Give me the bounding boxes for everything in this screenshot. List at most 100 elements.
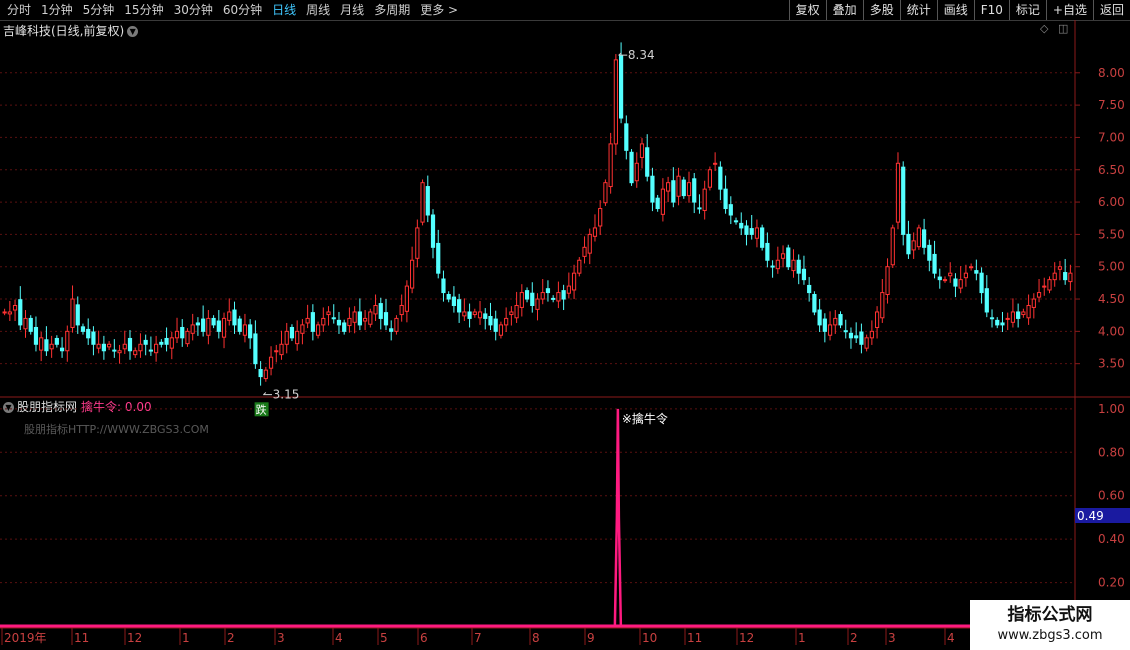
candle-body-85 (446, 294, 451, 300)
candle-body-60 (315, 324, 321, 336)
candle-body-90 (472, 311, 477, 316)
candle-body-138 (723, 188, 728, 210)
low-label: ↼3.15 (263, 387, 300, 401)
candle-body-120 (629, 151, 634, 184)
candle-body-70 (368, 311, 373, 325)
candle-body-99 (519, 292, 524, 308)
x-tick-label-1: 11 (74, 631, 89, 645)
candle-body-94 (493, 318, 498, 332)
candle-body-204 (1068, 272, 1073, 283)
candle-body-83 (436, 242, 441, 274)
candle-body-129 (676, 175, 681, 197)
candle-body-42 (221, 317, 227, 338)
candle-body-2 (12, 305, 18, 311)
candle-body-101 (530, 292, 535, 307)
candle-body-166 (869, 330, 874, 339)
y-tick-label-5: 5.50 (1098, 227, 1125, 241)
candle-body-39 (206, 317, 211, 336)
candle-body-194 (1016, 311, 1021, 319)
candle-body-103 (540, 292, 545, 300)
candle-body-32 (169, 337, 174, 349)
candle-body-81 (425, 186, 430, 216)
candle-body-190 (995, 319, 1000, 326)
candle-body-183 (958, 279, 963, 289)
candle-body-54 (284, 330, 289, 345)
candle-body-178 (932, 253, 937, 274)
candle-body-151 (791, 259, 796, 272)
x-tick-label-15: 1 (798, 631, 806, 645)
candle-body-84 (441, 278, 446, 294)
y-tick-label-2: 7.00 (1098, 130, 1125, 144)
candle-body-87 (457, 299, 462, 313)
candle-body-155 (812, 294, 817, 313)
candle-body-153 (801, 268, 807, 281)
candle-body-16 (86, 328, 91, 339)
candle-body-176 (922, 229, 927, 248)
candle-body-195 (1021, 311, 1026, 316)
candle-body-192 (1005, 317, 1010, 320)
candle-body-181 (948, 272, 953, 277)
candle-body-191 (1000, 322, 1005, 326)
candle-body-23 (122, 343, 127, 350)
candle-body-119 (624, 123, 629, 151)
candle-body-164 (859, 331, 864, 345)
candle-body-96 (504, 317, 509, 326)
x-tick-label-13: 11 (687, 631, 702, 645)
candle-body-67 (352, 311, 357, 323)
candle-body-98 (514, 305, 519, 319)
candle-body-37 (195, 322, 201, 326)
candle-body-180 (942, 279, 948, 282)
candle-body-52 (274, 350, 279, 353)
x-tick-label-11: 9 (587, 631, 595, 645)
y-tick-label-4: 6.00 (1098, 195, 1125, 209)
candle-body-36 (190, 324, 195, 334)
candle-body-171 (895, 162, 901, 223)
candle-body-12 (65, 330, 70, 352)
candle-body-53 (279, 343, 284, 356)
candle-body-117 (613, 59, 618, 145)
candle-body-18 (96, 343, 101, 349)
candle-body-157 (822, 318, 827, 332)
candle-body-25 (133, 350, 138, 356)
kline-chart[interactable]: 8.00 7.50 7.00 6.50 6.00 5.50 5.00 4.50 4.00 3.50… (0, 0, 1130, 650)
y-tick-label-8: 4.00 (1098, 324, 1125, 338)
candle-body-198 (1036, 292, 1042, 298)
candle-body-102 (535, 298, 540, 310)
candle-body-189 (989, 317, 995, 320)
candle-body-14 (75, 304, 80, 326)
candle-body-107 (561, 290, 566, 300)
candle-body-95 (498, 324, 504, 336)
candle-body-3 (18, 299, 23, 326)
candle-body-199 (1042, 285, 1047, 288)
candle-body-64 (336, 319, 342, 326)
candle-body-56 (295, 330, 300, 345)
candle-body-114 (598, 208, 603, 227)
y-tick-label-0: 8.00 (1098, 66, 1125, 80)
candle-body-158 (827, 324, 833, 336)
candle-body-111 (582, 246, 587, 257)
candle-body-179 (937, 276, 942, 281)
candle-body-161 (843, 330, 848, 333)
candle-body-148 (775, 259, 780, 270)
x-tick-label-17: 3 (888, 631, 896, 645)
candle-body-124 (650, 175, 655, 203)
y-tick-label-3: 6.50 (1098, 163, 1125, 177)
candle-body-131 (686, 182, 692, 197)
x-tick-label-7: 5 (380, 631, 388, 645)
candle-body-174 (911, 240, 916, 251)
candle-body-139 (728, 204, 733, 216)
candle-body-35 (185, 330, 190, 345)
candle-body-82 (430, 214, 436, 248)
candle-body-21 (112, 349, 117, 352)
sub-y-tick-label-3: 0.40 (1098, 532, 1125, 546)
candle-body-115 (603, 182, 608, 204)
candle-body-135 (707, 169, 713, 188)
candle-body-186 (974, 270, 979, 274)
candle-body-185 (969, 266, 974, 269)
candle-body-140 (733, 220, 739, 223)
candle-body-0 (2, 311, 7, 314)
candle-body-5 (28, 317, 33, 332)
candle-body-73 (383, 312, 389, 326)
candle-body-71 (373, 305, 378, 315)
candle-body-123 (645, 147, 650, 177)
